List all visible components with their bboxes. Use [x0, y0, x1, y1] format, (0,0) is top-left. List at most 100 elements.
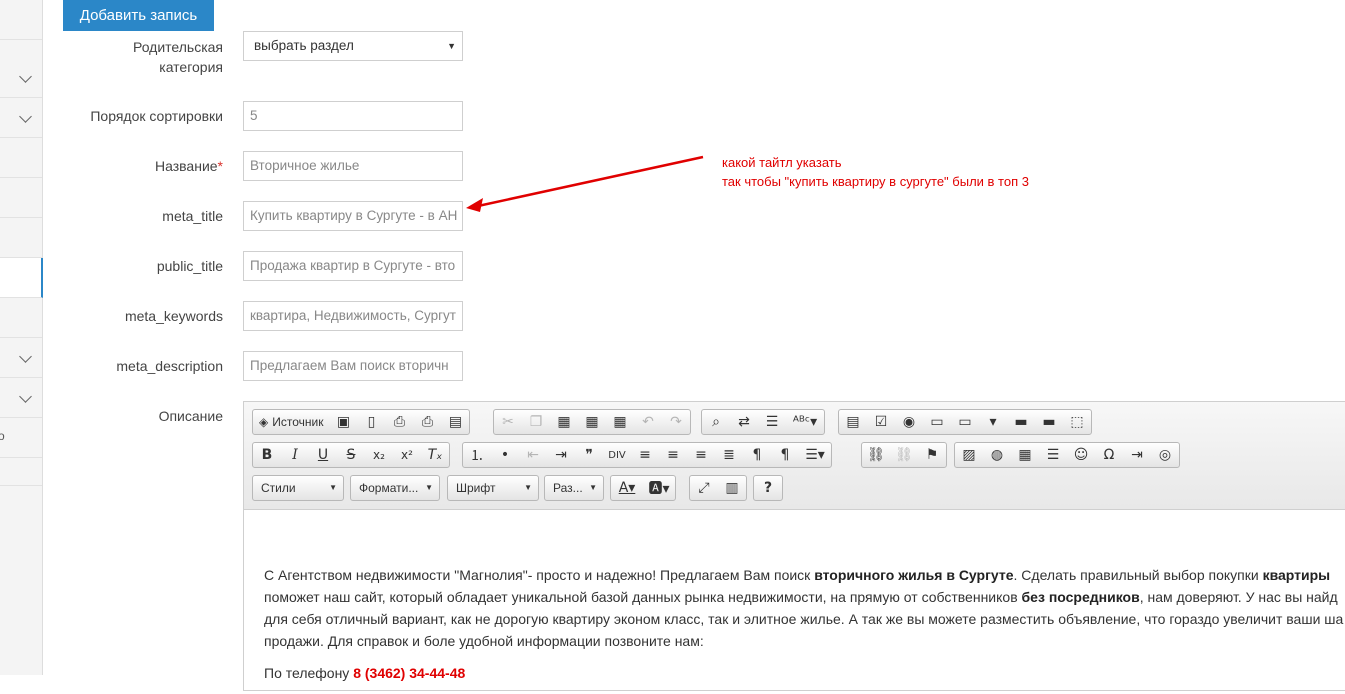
align-left-icon[interactable]: ≡ [631, 443, 659, 467]
toolbar-group-forms: ▤ ☑ ◉ ▭ ▭ ▾ ▬ ▬ ⬚ [838, 409, 1092, 435]
radio-icon[interactable]: ◉ [895, 410, 923, 434]
checkbox-icon[interactable]: ☑ [867, 410, 895, 434]
paste-word-icon[interactable]: ▦ [606, 410, 634, 434]
size-dropdown[interactable]: Раз... ▼ [544, 475, 604, 501]
find-icon[interactable]: ⌕ [702, 410, 730, 434]
meta-title-input[interactable]: Купить квартиру в Сургуте - в АН [243, 201, 463, 231]
add-record-button[interactable]: Добавить запись [63, 0, 214, 31]
source-icon: ◈ [259, 415, 269, 429]
sidebar-item[interactable] [0, 378, 42, 418]
image-button-icon[interactable]: ▬ [1035, 410, 1063, 434]
language-icon[interactable]: ☰▾ [799, 443, 831, 467]
bg-color-icon[interactable]: 🅰▾ [643, 476, 675, 500]
bulleted-list-icon[interactable]: • [491, 443, 519, 467]
sidebar-item[interactable] [0, 298, 42, 338]
hidden-field-icon[interactable]: ⬚ [1063, 410, 1091, 434]
anchor-icon[interactable]: ⚑ [918, 443, 946, 467]
name-input[interactable]: Вторичное жилье [243, 151, 463, 181]
paste-icon[interactable]: ▦ [550, 410, 578, 434]
textarea-icon[interactable]: ▭ [951, 410, 979, 434]
ltr-icon[interactable]: ¶ [743, 443, 771, 467]
styles-dropdown[interactable]: Стили ▼ [252, 475, 344, 501]
table-icon[interactable]: ▦ [1011, 443, 1039, 467]
sidebar-item[interactable]: о [0, 418, 42, 458]
unlink-icon[interactable]: ⛓ [890, 443, 918, 467]
strike-icon[interactable]: S [337, 443, 365, 467]
print-icon[interactable]: ⎙ [413, 410, 441, 434]
sidebar-item[interactable] [0, 178, 42, 218]
sidebar-item-active[interactable] [0, 258, 43, 298]
remove-format-icon[interactable]: Tₓ [421, 443, 449, 467]
iframe-icon[interactable]: ◎ [1151, 443, 1179, 467]
sidebar-item[interactable] [0, 218, 42, 258]
editor-paragraph-phone: По телефону 8 (3462) 34-44-48 [264, 665, 466, 681]
smiley-icon[interactable]: ☺ [1067, 443, 1095, 467]
format-dropdown[interactable]: Формати... ▼ [350, 475, 440, 501]
blockquote-icon[interactable]: ❞ [575, 443, 603, 467]
chevron-down-icon [19, 70, 32, 83]
flash-icon[interactable]: ◍ [983, 443, 1011, 467]
public-title-input[interactable]: Продажа квартир в Сургуте - вто [243, 251, 463, 281]
numbered-list-icon[interactable]: ⒈ [463, 443, 491, 467]
text-color-icon[interactable]: A▾ [611, 476, 643, 500]
italic-icon[interactable]: I [281, 443, 309, 467]
redo-icon[interactable]: ↷ [662, 410, 690, 434]
horizontal-rule-icon[interactable]: ☰ [1039, 443, 1067, 467]
subscript-icon[interactable]: x₂ [365, 443, 393, 467]
superscript-icon[interactable]: x² [393, 443, 421, 467]
save-icon[interactable]: ▣ [329, 410, 357, 434]
maximize-icon[interactable]: ⤢ [690, 476, 718, 500]
bold-icon[interactable]: B [253, 443, 281, 467]
button-field-icon[interactable]: ▬ [1007, 410, 1035, 434]
link-icon[interactable]: ⛓ [862, 443, 890, 467]
spellcheck-icon[interactable]: ᴬᴮᶜ▾ [786, 410, 824, 434]
form-icon[interactable]: ▤ [839, 410, 867, 434]
sidebar-item[interactable] [0, 138, 42, 178]
image-icon[interactable]: ▨ [955, 443, 983, 467]
left-sidebar: о [0, 0, 43, 675]
toolbar-group-paragraph: ⒈ • ⇤ ⇥ ❞ DIV ≡ ≡ ≡ ≣ ¶ ¶ ☰▾ [462, 442, 832, 468]
undo-icon[interactable]: ↶ [634, 410, 662, 434]
sidebar-item[interactable] [0, 458, 42, 486]
parent-category-select[interactable]: выбрать раздел ▼ [243, 31, 463, 61]
source-button[interactable]: ◈ Источник [253, 410, 329, 434]
show-blocks-icon[interactable]: ▥ [718, 476, 746, 500]
outdent-icon[interactable]: ⇤ [519, 443, 547, 467]
paste-text-icon[interactable]: ▦ [578, 410, 606, 434]
editor-toolbar: ◈ Источник ▣ ▯ ⎙ ⎙ ▤ ✂ ❐ ▦ ▦ ▦ ↶ ↷ ⌕ ⇄ ☰ … [244, 402, 1345, 510]
copy-icon[interactable]: ❐ [522, 410, 550, 434]
sidebar-item[interactable] [0, 338, 42, 378]
sidebar-item[interactable] [0, 98, 42, 138]
templates-icon[interactable]: ▤ [441, 410, 469, 434]
rtl-icon[interactable]: ¶ [771, 443, 799, 467]
chevron-down-icon [19, 350, 32, 363]
sidebar-item[interactable] [0, 0, 42, 40]
justify-icon[interactable]: ≣ [715, 443, 743, 467]
div-icon[interactable]: DIV [603, 443, 631, 467]
toolbar-group-insert: ▨ ◍ ▦ ☰ ☺ Ω ⇥ ◎ [954, 442, 1180, 468]
replace-icon[interactable]: ⇄ [730, 410, 758, 434]
cut-icon[interactable]: ✂ [494, 410, 522, 434]
new-page-icon[interactable]: ▯ [357, 410, 385, 434]
page-break-icon[interactable]: ⇥ [1123, 443, 1151, 467]
special-char-icon[interactable]: Ω [1095, 443, 1123, 467]
align-right-icon[interactable]: ≡ [687, 443, 715, 467]
underline-icon[interactable]: U [309, 443, 337, 467]
meta-description-input[interactable]: Предлагаем Вам поиск вторичн [243, 351, 463, 381]
align-center-icon[interactable]: ≡ [659, 443, 687, 467]
font-dropdown[interactable]: Шрифт ▼ [447, 475, 539, 501]
indent-icon[interactable]: ⇥ [547, 443, 575, 467]
select-field-icon[interactable]: ▾ [979, 410, 1007, 434]
rich-text-editor[interactable]: ◈ Источник ▣ ▯ ⎙ ⎙ ▤ ✂ ❐ ▦ ▦ ▦ ↶ ↷ ⌕ ⇄ ☰ … [243, 401, 1345, 691]
textfield-icon[interactable]: ▭ [923, 410, 951, 434]
select-all-icon[interactable]: ☰ [758, 410, 786, 434]
meta-keywords-label: meta_keywords [124, 308, 223, 324]
help-icon[interactable]: ? [754, 476, 782, 500]
editor-paragraph: С Агентством недвижимости "Магнолия"- пр… [264, 567, 1344, 649]
preview-icon[interactable]: ⎙ [385, 410, 413, 434]
sidebar-item-label: о [0, 429, 5, 443]
dropdown-caret-icon: ▼ [447, 41, 456, 51]
sidebar-item[interactable] [0, 58, 42, 98]
sort-order-input[interactable]: 5 [243, 101, 463, 131]
meta-keywords-input[interactable]: квартира, Недвижимость, Сургут [243, 301, 463, 331]
